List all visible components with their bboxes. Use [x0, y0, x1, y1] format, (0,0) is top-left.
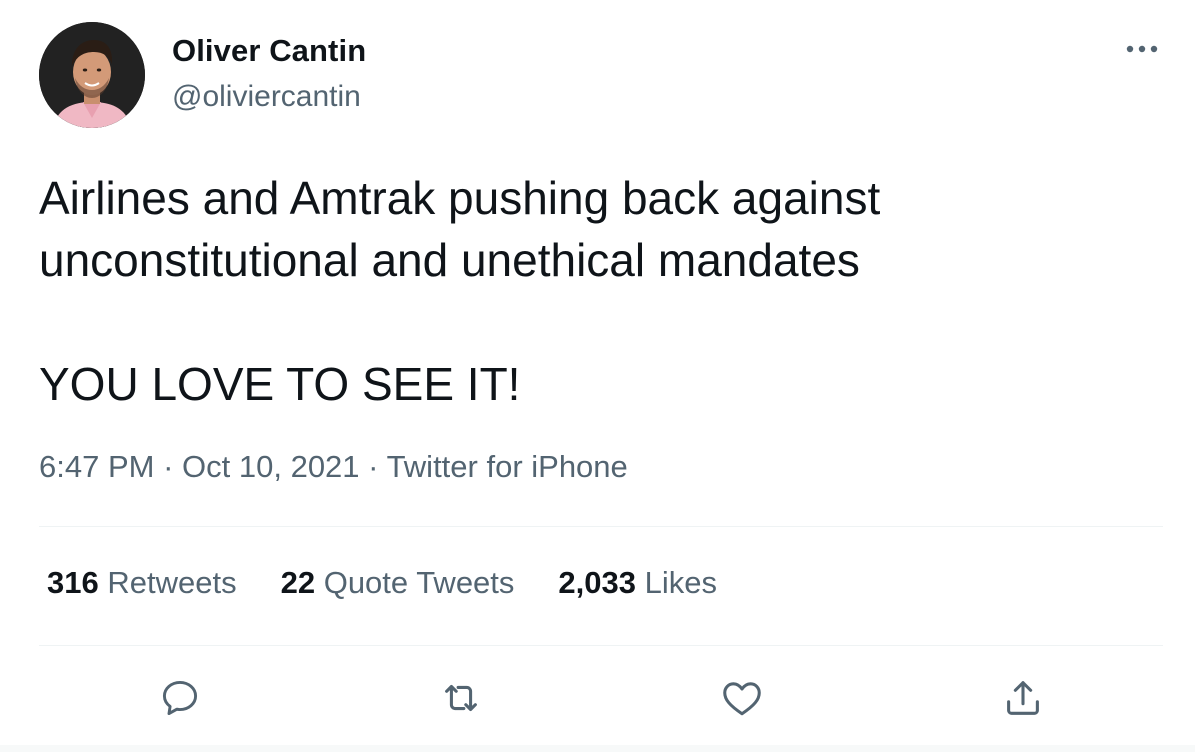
tweet-actions [0, 670, 1195, 726]
retweets-count: 316 [47, 565, 99, 600]
tweet-text-line: unconstitutional and unethical mandates [39, 234, 860, 286]
like-button[interactable] [714, 670, 770, 726]
retweet-button[interactable] [433, 670, 489, 726]
retweets-stat[interactable]: 316 Retweets [47, 565, 237, 601]
tweet-stats: 316 Retweets 22 Quote Tweets 2,033 Likes [47, 565, 761, 601]
tweet-text-line: Airlines and Amtrak pushing back against [39, 172, 881, 224]
author-name[interactable]: Oliver Cantin [172, 33, 366, 69]
likes-stat[interactable]: 2,033 Likes [558, 565, 717, 601]
reply-icon [162, 680, 198, 716]
avatar-photo [39, 22, 145, 128]
author-handle[interactable]: @oliviercantin [172, 80, 361, 114]
author-avatar[interactable] [39, 22, 145, 128]
tweet-text: Airlines and Amtrak pushing back against… [39, 167, 1159, 415]
likes-count: 2,033 [558, 565, 636, 600]
divider [39, 526, 1163, 527]
retweets-label: Retweets [107, 565, 237, 600]
tweet-text-line: YOU LOVE TO SEE IT! [39, 358, 521, 410]
meta-separator: · [163, 449, 174, 484]
share-button[interactable] [995, 670, 1051, 726]
quote-tweets-stat[interactable]: 22 Quote Tweets [281, 565, 515, 601]
likes-label: Likes [644, 565, 717, 600]
retweet-icon [445, 684, 477, 712]
heart-icon [723, 682, 761, 716]
more-options-button[interactable] [1122, 34, 1162, 64]
tweet-card: Oliver Cantin @oliviercantin Airlines an… [0, 0, 1195, 752]
divider [39, 645, 1163, 646]
quote-tweets-label: Quote Tweets [323, 565, 515, 600]
meta-separator: · [368, 449, 379, 484]
tweet-source[interactable]: Twitter for iPhone [387, 449, 628, 484]
tweet-time[interactable]: 6:47 PM [39, 449, 154, 484]
tweet-date[interactable]: Oct 10, 2021 [182, 449, 360, 484]
bottom-edge [0, 745, 1195, 752]
quote-tweets-count: 22 [280, 565, 316, 600]
more-icon [1126, 45, 1158, 53]
share-icon [1007, 681, 1039, 715]
tweet-metadata: 6:47 PM · Oct 10, 2021 · Twitter for iPh… [39, 449, 628, 485]
reply-button[interactable] [152, 670, 208, 726]
